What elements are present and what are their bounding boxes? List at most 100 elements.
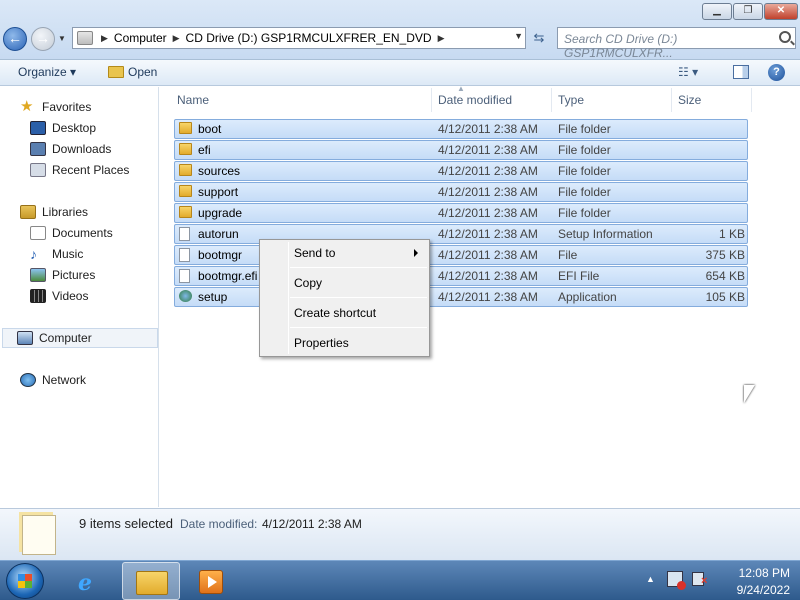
clock-date[interactable]: 9/24/2022	[700, 583, 790, 597]
file-name: bootmgr	[198, 248, 243, 262]
nav-network[interactable]: Network	[20, 370, 86, 390]
media-player-icon	[199, 570, 223, 594]
nav-libraries-label: Libraries	[42, 205, 89, 219]
file-name: boot	[198, 122, 222, 136]
breadcrumb-cd-drive[interactable]: CD Drive (D:) GSP1RMCULXFRER_EN_DVD	[186, 31, 432, 45]
nav-libraries[interactable]: Libraries	[20, 202, 88, 222]
file-date: 4/12/2011 2:38 AM	[438, 227, 538, 241]
file-type: File	[558, 248, 578, 262]
context-create-shortcut[interactable]: Create shortcut	[294, 306, 376, 320]
organize-button[interactable]: Organize ▾	[18, 65, 76, 79]
minimize-button[interactable]: ▁	[702, 3, 732, 20]
folder-icon	[179, 143, 192, 155]
start-button[interactable]	[6, 563, 44, 599]
file-name: autorun	[198, 227, 239, 241]
maximize-button[interactable]: ❐	[733, 3, 763, 20]
libraries-icon	[20, 205, 36, 219]
chevron-right-icon[interactable]: ▶	[173, 33, 180, 44]
preview-pane-button[interactable]	[733, 65, 749, 79]
search-input[interactable]: Search CD Drive (D:) GSP1RMCULXFR...	[557, 27, 796, 60]
taskbar: e ▲ 12:08 PM 9/24/2022	[0, 560, 800, 600]
file-type: File folder	[558, 185, 611, 199]
refresh-button[interactable]: ⇆	[528, 28, 550, 48]
network-status-icon[interactable]	[667, 571, 686, 590]
nav-computer-label: Computer	[39, 331, 92, 345]
file-type: File folder	[558, 206, 611, 220]
nav-favorites[interactable]: ★ Favorites	[20, 97, 91, 117]
taskbar-internet-explorer[interactable]: e	[62, 562, 120, 600]
column-header-date-modified[interactable]: Date modified	[432, 88, 552, 112]
file-row[interactable]: boot 4/12/2011 2:38 AM File folder	[174, 119, 748, 139]
context-separator	[290, 327, 427, 328]
address-dropdown-icon[interactable]: ▼	[514, 31, 523, 41]
file-date: 4/12/2011 2:38 AM	[438, 290, 538, 304]
file-row[interactable]: upgrade 4/12/2011 2:38 AM File folder	[174, 203, 748, 223]
taskbar-media-player[interactable]	[182, 562, 240, 600]
mouse-cursor-icon	[744, 385, 755, 403]
nav-recent-places[interactable]: Recent Places	[30, 160, 129, 180]
nav-pictures[interactable]: Pictures	[30, 265, 95, 285]
navigation-pane: ★ Favorites Desktop Downloads Recent Plac…	[0, 87, 159, 507]
desktop-icon	[30, 121, 46, 135]
column-header-type[interactable]: Type	[552, 88, 672, 112]
file-type: Application	[558, 290, 617, 304]
search-placeholder: Search CD Drive (D:) GSP1RMCULXFR...	[564, 32, 678, 60]
context-menu: Send to Copy Create shortcut Properties	[259, 239, 430, 357]
folder-icon	[179, 206, 192, 218]
nav-videos-label: Videos	[52, 289, 89, 303]
context-send-to-label: Send to	[294, 246, 336, 260]
pictures-icon	[30, 268, 46, 282]
nav-desktop[interactable]: Desktop	[30, 118, 96, 138]
nav-downloads[interactable]: Downloads	[30, 139, 111, 159]
file-name: bootmgr.efi	[198, 269, 258, 283]
clock-time[interactable]: 12:08 PM	[700, 566, 790, 580]
selection-count: 9 items selected	[79, 516, 173, 531]
taskbar-windows-explorer[interactable]	[122, 562, 180, 600]
context-send-to[interactable]: Send to	[294, 246, 424, 260]
search-icon	[779, 31, 791, 43]
file-date: 4/12/2011 2:38 AM	[438, 206, 538, 220]
help-button[interactable]: ?	[768, 64, 785, 81]
file-type: File folder	[558, 122, 611, 136]
recent-pages-dropdown[interactable]: ▼	[58, 34, 66, 43]
nav-documents[interactable]: Documents	[30, 223, 113, 243]
nav-computer[interactable]: Computer	[2, 328, 158, 348]
chevron-right-icon[interactable]: ▶	[438, 33, 445, 44]
file-type: File folder	[558, 143, 611, 157]
file-row[interactable]: sources 4/12/2011 2:38 AM File folder	[174, 161, 748, 181]
file-row[interactable]: efi 4/12/2011 2:38 AM File folder	[174, 140, 748, 160]
close-button[interactable]: ✕	[764, 3, 798, 20]
address-bar[interactable]: ▶ Computer ▶ CD Drive (D:) GSP1RMCULXFRE…	[72, 27, 526, 49]
nav-documents-label: Documents	[52, 226, 113, 240]
file-row[interactable]: support 4/12/2011 2:38 AM File folder	[174, 182, 748, 202]
forward-button[interactable]: →	[31, 27, 55, 51]
column-header-name[interactable]: Name	[160, 88, 432, 112]
back-arrow-icon: ←	[8, 30, 22, 46]
context-separator	[290, 267, 427, 268]
column-header-size[interactable]: Size	[672, 88, 752, 112]
chevron-right-icon[interactable]: ▶	[101, 33, 108, 44]
breadcrumb-computer[interactable]: Computer	[114, 31, 167, 45]
folder-icon	[179, 122, 192, 134]
forward-arrow-icon: →	[36, 30, 50, 46]
documents-icon	[30, 226, 46, 240]
change-view-button[interactable]: ☷ ▾	[678, 65, 698, 79]
nav-videos[interactable]: Videos	[30, 286, 88, 306]
back-button[interactable]: ←	[3, 27, 27, 51]
details-pane: 9 items selected Date modified: 4/12/201…	[0, 508, 800, 560]
downloads-icon	[30, 142, 46, 156]
context-properties[interactable]: Properties	[294, 336, 349, 350]
open-folder-icon	[108, 66, 124, 78]
nav-favorites-label: Favorites	[42, 100, 92, 114]
nav-music[interactable]: ♪ Music	[30, 244, 83, 264]
recent-places-icon	[30, 163, 46, 177]
windows-explorer-icon	[136, 571, 168, 595]
star-icon: ★	[20, 98, 34, 115]
show-hidden-icons-button[interactable]: ▲	[646, 574, 655, 584]
file-name: efi	[198, 143, 211, 157]
open-button[interactable]: Open	[108, 65, 157, 79]
nav-downloads-label: Downloads	[52, 142, 112, 156]
context-copy[interactable]: Copy	[294, 276, 322, 290]
videos-icon	[30, 289, 46, 303]
nav-music-label: Music	[52, 247, 84, 261]
